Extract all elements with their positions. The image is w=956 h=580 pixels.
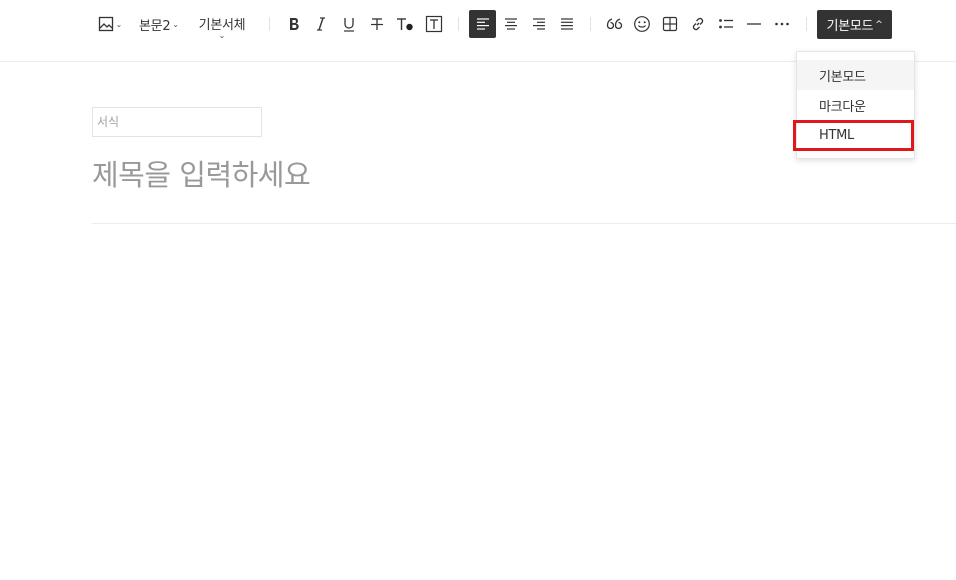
image-icon (98, 16, 113, 32)
align-right-icon (532, 18, 545, 30)
align-justify-button[interactable] (553, 10, 580, 38)
align-center-button[interactable] (497, 10, 524, 38)
mode-option-markdown[interactable]: 마크다운 (797, 90, 914, 120)
font-family-dropdown[interactable]: 기본서체 ⌄ (194, 10, 250, 40)
list-icon (718, 19, 733, 29)
horizontal-rule-button[interactable] (740, 10, 767, 38)
link-icon (692, 17, 703, 31)
bullet-list-button[interactable] (712, 10, 739, 38)
format-input[interactable] (92, 107, 262, 137)
toolbar-divider (269, 17, 270, 31)
align-right-button[interactable] (525, 10, 552, 38)
more-options-button[interactable] (768, 10, 795, 38)
align-left-icon (476, 18, 489, 30)
emoji-button[interactable] (628, 10, 655, 38)
italic-icon (317, 17, 325, 31)
quote-icon (606, 18, 622, 30)
align-left-button[interactable] (469, 10, 496, 38)
title-input[interactable]: 제목을 입력하세요 (92, 152, 311, 194)
bold-button[interactable] (280, 10, 308, 38)
paragraph-style-value: 본문2 (139, 18, 171, 34)
mode-option-basic[interactable]: 기본모드 (797, 60, 914, 90)
html-option-highlight (793, 120, 914, 151)
underline-icon (344, 18, 354, 32)
text-background-icon (425, 15, 443, 33)
paragraph-style-dropdown[interactable]: 본문2 ⌄ (137, 10, 181, 38)
text-background-button[interactable] (420, 10, 448, 38)
strikethrough-button[interactable] (363, 10, 391, 38)
toolbar-divider (458, 17, 459, 31)
italic-button[interactable] (307, 10, 335, 38)
horizontal-rule-icon (746, 23, 761, 25)
chevron-up-icon: ^ (875, 19, 883, 30)
emoji-icon (633, 16, 650, 32)
underline-button[interactable] (335, 10, 363, 38)
title-divider (92, 223, 956, 224)
chevron-down-icon: ⌄ (218, 31, 226, 40)
more-icon (774, 22, 789, 26)
mode-option-label: 마크다운 (819, 99, 866, 115)
toolbar-divider (590, 17, 591, 31)
quote-button[interactable] (600, 10, 627, 38)
text-color-button[interactable] (391, 10, 419, 38)
strikethrough-icon (371, 18, 383, 30)
align-justify-icon (560, 18, 573, 30)
insert-table-button[interactable] (656, 10, 683, 38)
text-color-icon (397, 18, 413, 31)
align-center-icon (504, 18, 517, 30)
editor-mode-label: 기본모드 (826, 19, 874, 34)
insert-image-button[interactable]: ⌄ (96, 10, 124, 38)
chevron-down-icon: ⌄ (115, 19, 123, 29)
toolbar-divider (806, 17, 807, 31)
table-icon (662, 16, 677, 32)
bold-icon (290, 18, 299, 30)
insert-link-button[interactable] (684, 10, 711, 38)
editor-mode-button[interactable]: 기본모드 ^ (817, 10, 892, 39)
chevron-down-icon: ⌄ (172, 19, 179, 29)
mode-option-label: 기본모드 (819, 69, 866, 85)
